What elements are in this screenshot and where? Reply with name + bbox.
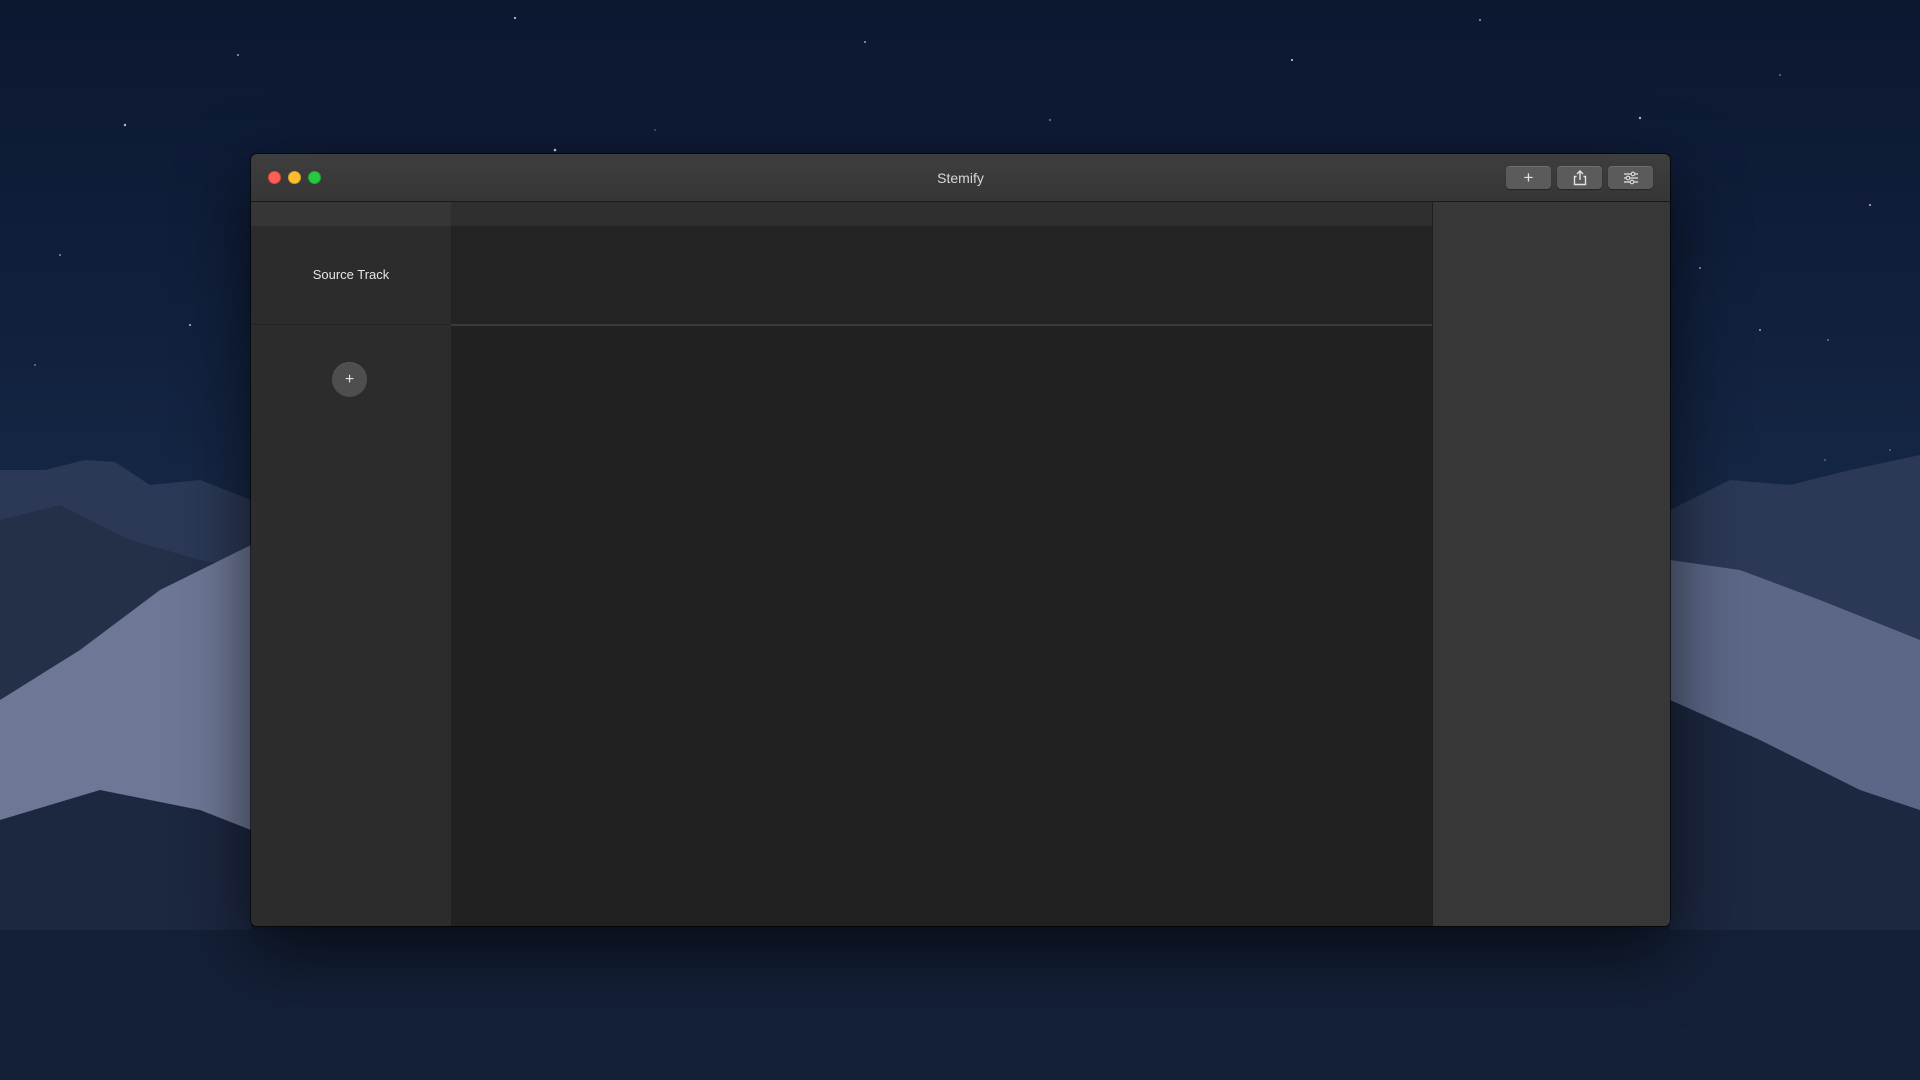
stem-lanes-area[interactable] <box>451 326 1432 926</box>
add-stem-button[interactable]: + <box>332 362 367 397</box>
share-button[interactable] <box>1557 166 1602 189</box>
desktop: Stemify + Source Track + <box>0 0 1920 1080</box>
plus-icon: + <box>344 370 355 388</box>
share-icon <box>1573 169 1586 185</box>
add-file-button[interactable]: + <box>1506 166 1551 189</box>
window-title: Stemify <box>937 170 984 186</box>
source-track-lane[interactable] <box>451 226 1432 324</box>
close-window-button[interactable] <box>268 171 281 184</box>
title-bar[interactable]: Stemify + <box>251 154 1670 202</box>
inspector-sidebar <box>1432 202 1670 926</box>
zoom-window-button[interactable] <box>308 171 321 184</box>
track-list-panel: Source Track + <box>251 202 451 926</box>
minimize-window-button[interactable] <box>288 171 301 184</box>
waveform-panel <box>451 202 1432 926</box>
window-content: Source Track + <box>251 202 1670 926</box>
track-divider <box>251 324 451 325</box>
sliders-icon <box>1623 171 1638 184</box>
app-window: Stemify + Source Track + <box>251 154 1670 926</box>
plus-icon: + <box>1523 167 1534 187</box>
source-track-label[interactable]: Source Track <box>251 226 451 324</box>
track-list-header <box>251 202 451 226</box>
timeline-ruler[interactable] <box>451 202 1432 226</box>
settings-button[interactable] <box>1608 166 1653 189</box>
